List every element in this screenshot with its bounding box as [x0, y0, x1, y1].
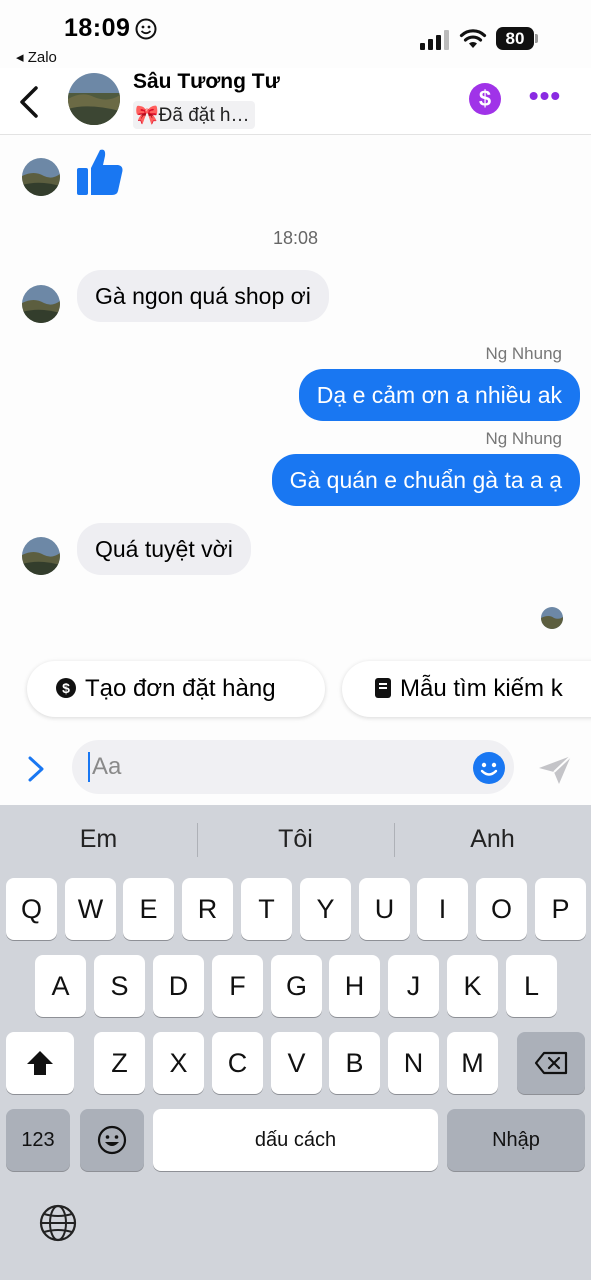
back-arrow-icon[interactable] — [14, 82, 44, 122]
thumbs-up-icon — [77, 149, 123, 195]
key-y[interactable]: Y — [300, 878, 351, 940]
document-icon — [375, 678, 391, 698]
numbers-key[interactable]: 123 — [6, 1109, 70, 1171]
key-i[interactable]: I — [417, 878, 468, 940]
message-bubble-outgoing[interactable]: Dạ e cảm ơn a nhiều ak — [298, 369, 580, 421]
more-options-button[interactable]: ••• — [528, 82, 562, 110]
create-order-chip[interactable]: $ Tạo đơn đặt hàng — [27, 661, 325, 717]
key-c[interactable]: C — [212, 1032, 263, 1094]
message-input-placeholder[interactable]: Aa — [92, 740, 121, 794]
return-key[interactable]: Nhập — [447, 1109, 585, 1171]
message-bubble-incoming[interactable]: Quá tuyệt vời — [77, 523, 251, 575]
key-t[interactable]: T — [241, 878, 292, 940]
send-icon[interactable] — [537, 754, 573, 786]
key-g[interactable]: G — [271, 955, 322, 1017]
contact-avatar-small[interactable] — [22, 537, 60, 575]
keyboard-suggestion[interactable]: Em — [0, 825, 197, 854]
key-r[interactable]: R — [182, 878, 233, 940]
backspace-key[interactable] — [517, 1032, 585, 1094]
key-f[interactable]: F — [212, 955, 263, 1017]
payment-button[interactable]: $ — [469, 83, 501, 115]
shift-key[interactable] — [6, 1032, 74, 1094]
contact-label[interactable]: 🎀Đã đặt h… — [133, 101, 256, 129]
status-bar: 18:09 ◂ Zalo 80 — [0, 0, 591, 68]
svg-text:$: $ — [62, 680, 70, 696]
globe-icon[interactable] — [38, 1203, 78, 1243]
clock: 18:09 — [64, 14, 131, 42]
chip-label: Tạo đơn đặt hàng — [85, 675, 276, 702]
key-l[interactable]: L — [506, 955, 557, 1017]
text-caret — [88, 752, 90, 782]
battery-cap — [535, 34, 538, 43]
key-k[interactable]: K — [447, 955, 498, 1017]
key-u[interactable]: U — [359, 878, 410, 940]
key-b[interactable]: B — [329, 1032, 380, 1094]
emoji-keyboard-key[interactable] — [80, 1109, 144, 1171]
expand-chevron-icon[interactable] — [24, 752, 48, 786]
contact-avatar-small[interactable] — [22, 285, 60, 323]
key-p[interactable]: P — [535, 878, 586, 940]
cellular-signal-icon — [420, 30, 449, 50]
key-m[interactable]: M — [447, 1032, 498, 1094]
timestamp: 18:08 — [272, 228, 319, 248]
key-z[interactable]: Z — [94, 1032, 145, 1094]
battery-level: 80 — [496, 27, 534, 50]
sender-name: Ng Nhung — [485, 344, 562, 363]
chat-header: Sâu Tương Tư 🎀Đã đặt h… $ ••• — [0, 68, 591, 135]
key-a[interactable]: A — [35, 955, 86, 1017]
key-h[interactable]: H — [329, 955, 380, 1017]
backspace-icon — [534, 1051, 568, 1075]
shift-arrow-icon — [27, 1051, 53, 1075]
emoji-icon[interactable] — [473, 752, 505, 784]
message-input-field[interactable]: Aa — [72, 740, 514, 794]
keyboard-suggestion[interactable]: Tôi — [197, 825, 394, 854]
key-j[interactable]: J — [388, 955, 439, 1017]
key-s[interactable]: S — [94, 955, 145, 1017]
dollar-circle-icon: $ — [56, 678, 76, 698]
key-q[interactable]: Q — [6, 878, 57, 940]
back-to-app-link[interactable]: ◂ Zalo — [16, 48, 57, 66]
focus-smiley-icon — [135, 18, 157, 40]
battery-indicator: 80 — [496, 27, 538, 50]
seen-avatar-indicator — [541, 607, 563, 629]
search-template-chip[interactable]: Mẫu tìm kiếm k — [342, 661, 591, 717]
key-v[interactable]: V — [271, 1032, 322, 1094]
key-e[interactable]: E — [123, 878, 174, 940]
keyboard-suggestion[interactable]: Anh — [394, 825, 591, 854]
key-x[interactable]: X — [153, 1032, 204, 1094]
message-bubble-outgoing[interactable]: Gà quán e chuẩn gà ta a ạ — [271, 454, 580, 506]
wifi-icon — [459, 29, 487, 48]
space-bar[interactable]: dấu cách — [153, 1109, 438, 1171]
key-w[interactable]: W — [65, 878, 116, 940]
key-o[interactable]: O — [476, 878, 527, 940]
sender-name: Ng Nhung — [485, 429, 562, 448]
chip-label: Mẫu tìm kiếm k — [400, 675, 563, 702]
contact-avatar-small[interactable] — [22, 158, 60, 196]
contact-name[interactable]: Sâu Tương Tư — [133, 70, 280, 94]
contact-avatar[interactable] — [68, 73, 120, 125]
message-bubble-incoming[interactable]: Gà ngon quá shop ơi — [77, 270, 329, 322]
key-n[interactable]: N — [388, 1032, 439, 1094]
key-d[interactable]: D — [153, 955, 204, 1017]
emoji-keyboard-icon — [97, 1125, 127, 1155]
on-screen-keyboard: Em Tôi Anh Q W E R T Y U I O P A S D F G… — [0, 805, 591, 1280]
